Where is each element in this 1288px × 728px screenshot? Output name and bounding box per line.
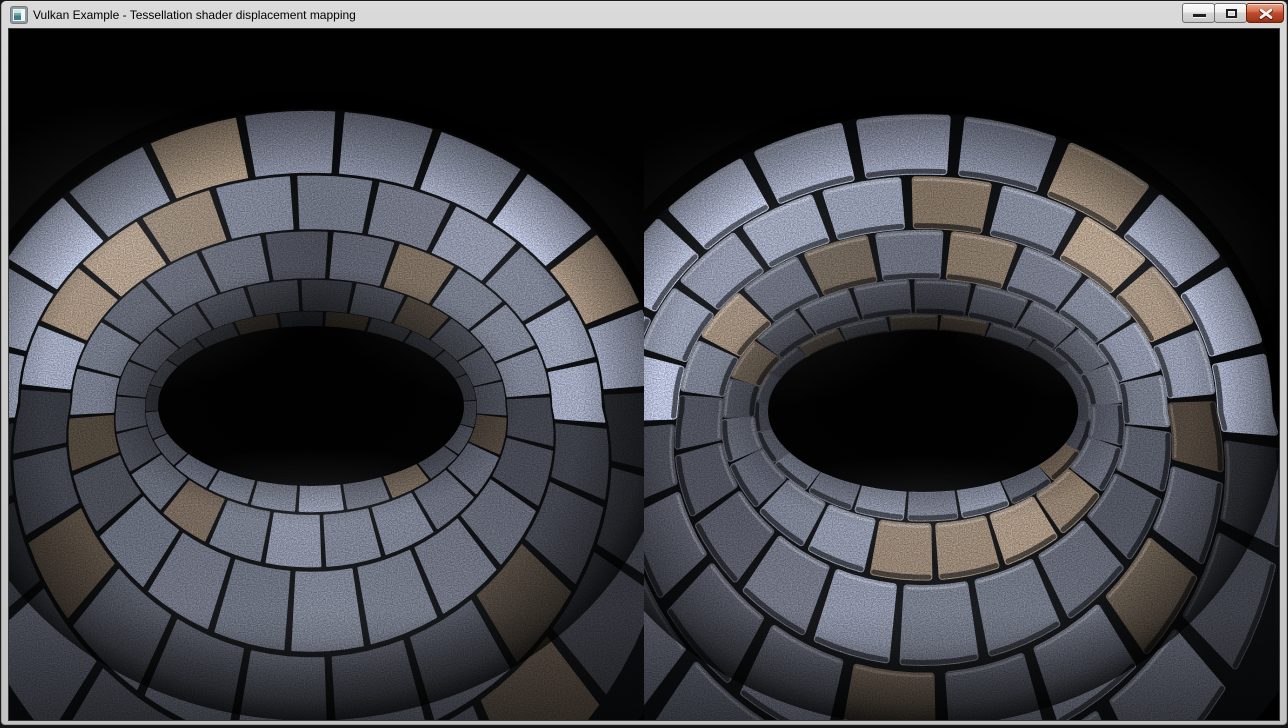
titlebar[interactable]: Vulkan Example - Tessellation shader dis… — [1, 1, 1287, 29]
render-viewport[interactable] — [9, 29, 1279, 720]
minimize-icon — [1193, 14, 1206, 17]
close-icon — [1259, 8, 1273, 20]
app-icon-picture — [14, 10, 21, 20]
tessellation-scene — [9, 29, 1279, 720]
window-title: Vulkan Example - Tessellation shader dis… — [33, 8, 356, 22]
close-button[interactable] — [1246, 3, 1284, 23]
maximize-button[interactable] — [1214, 3, 1247, 23]
vulkan-example-window: Vulkan Example - Tessellation shader dis… — [0, 0, 1288, 726]
maximize-icon — [1226, 9, 1237, 18]
window-controls — [1183, 3, 1284, 23]
minimize-button[interactable] — [1182, 3, 1215, 23]
app-icon — [11, 7, 27, 23]
